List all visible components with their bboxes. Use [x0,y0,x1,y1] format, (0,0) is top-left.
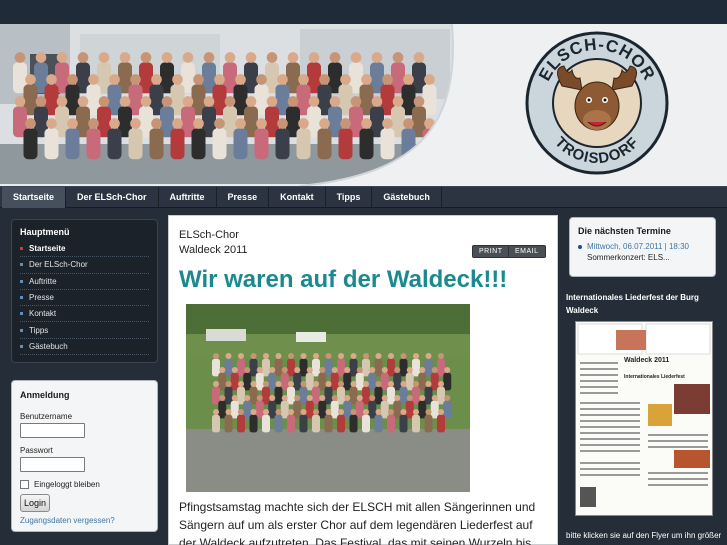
bullet-icon [20,247,23,251]
password-input[interactable] [20,457,85,472]
menu-item-gaestebuch[interactable]: Gästebuch [20,339,149,356]
festival-title: Internationales Liederfest der Burg Wald… [566,293,699,315]
event-title: Sommerkonzert: ELS... [587,253,670,262]
top-bar [0,0,727,24]
password-label: Passwort [20,446,53,455]
svg-text:Waldeck 2011: Waldeck 2011 [624,357,669,364]
menu-item-label: Presse [29,293,54,303]
event-date-link[interactable]: Mittwoch, 06.07.2011 | 18:30 [578,242,707,251]
article-panel: ELSch-Chor Waldeck 2011 PRINT EMAIL Wir … [168,215,558,545]
bullet-icon [20,263,23,267]
elsch-chor-logo[interactable]: ELSCH-CHOR TROISDORF [522,28,672,178]
upcoming-events-box: Die nächsten Termine Mittwoch, 06.07.201… [569,217,716,277]
menu-item-label: Auftritte [29,276,57,286]
menu-item-label: Startseite [29,244,66,254]
bullet-icon [20,279,23,283]
menu-item-kontakt[interactable]: Kontakt [20,306,149,323]
site-header: ELSCH-CHOR TROISDORF [0,24,727,186]
remember-checkbox[interactable] [20,480,29,489]
nav-kontakt[interactable]: Kontakt [269,187,326,208]
forgot-credentials-link[interactable]: Zugangsdaten vergessen? [20,516,149,525]
menu-item-presse[interactable]: Presse [20,290,149,307]
menu-item-label: Der ELSch-Chor [29,260,88,270]
article-headline: Wir waren auf der Waldeck!!! [179,266,508,293]
email-button[interactable]: EMAIL [508,245,546,258]
article-body: Pfingstsamstag machte sich der ELSCH mit… [179,500,536,545]
flyer-caption: bitte klicken sie auf den Flyer um ihn g… [566,531,722,540]
bullet-icon [20,296,23,300]
username-label: Benutzername [20,412,73,421]
menu-item-startseite[interactable]: Startseite [20,241,149,258]
menu-item-label: Kontakt [29,309,57,319]
upcoming-events-title: Die nächsten Termine [578,226,671,236]
nav-presse[interactable]: Presse [217,187,270,208]
bullet-icon [20,344,23,348]
menu-item-label: Tipps [29,325,49,335]
menu-item-tipps[interactable]: Tipps [20,322,149,339]
login-title: Anmeldung [20,390,70,400]
login-button[interactable]: Login [20,494,50,512]
print-button[interactable]: PRINT [472,245,510,258]
menu-item-der-elsch-chor[interactable]: Der ELSch-Chor [20,257,149,274]
article-subtitle: Waldeck 2011 [179,244,248,256]
breadcrumb[interactable]: ELSch-Chor [179,229,239,241]
svg-text:Internationales Liederfest: Internationales Liederfest [624,374,685,380]
nav-der-elsch-chor[interactable]: Der ELSch-Chor [66,187,159,208]
choir-group-photo [186,304,470,492]
event-date: Mittwoch, 06.07.2011 | 18:30 [587,242,689,251]
bullet-icon [20,312,23,316]
remember-me: Eingeloggt bleiben [20,480,149,489]
main-menu-box: Hauptmenü Startseite Der ELSch-Chor Auft… [11,219,158,363]
festival-flyer-image[interactable]: Waldeck 2011 Internationales Liederfest [575,321,713,516]
menu-item-auftritte[interactable]: Auftritte [20,274,149,290]
bullet-icon [20,328,23,332]
nav-gaestebuch[interactable]: Gästebuch [372,187,442,208]
nav-startseite[interactable]: Startseite [2,187,67,208]
nav-tipps[interactable]: Tipps [326,187,373,208]
menu-item-label: Gästebuch [29,341,68,351]
nav-auftritte[interactable]: Auftritte [159,187,217,208]
bullet-icon [578,244,582,249]
login-box: Anmeldung Benutzername Passwort Eingelog… [11,380,158,532]
username-input[interactable] [20,423,85,438]
main-navigation: Startseite Der ELSch-Chor Auftritte Pres… [0,186,727,208]
main-menu-title: Hauptmenü [20,227,70,237]
remember-label: Eingeloggt bleiben [34,480,100,489]
